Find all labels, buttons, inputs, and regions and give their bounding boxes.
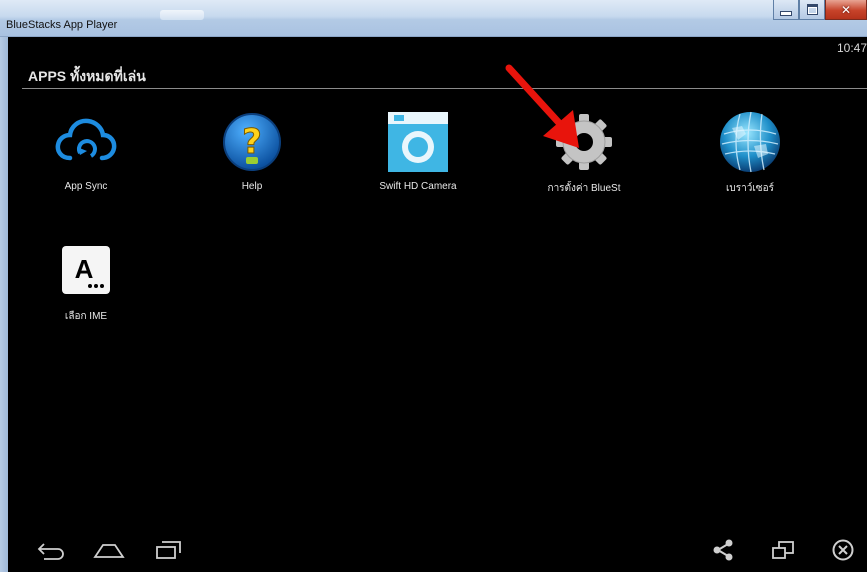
app-select-ime[interactable]: A เลือก IME <box>31 237 141 324</box>
share-button[interactable] <box>705 536 741 564</box>
window-resize-button[interactable] <box>765 536 801 564</box>
app-label: Help <box>241 181 263 192</box>
minimize-button[interactable] <box>773 0 799 20</box>
window-title: BlueStacks App Player <box>6 19 118 31</box>
back-button[interactable] <box>33 536 69 564</box>
svg-text:A: A <box>75 254 94 284</box>
window-titlebar[interactable]: BlueStacks App Player ✕ <box>0 0 867 37</box>
android-screen: 10:47 APPS ทั้งหมดที่เล่น App Sync ? Hel… <box>8 37 867 572</box>
app-label: Swift HD Camera <box>379 181 457 192</box>
close-icon: ✕ <box>840 2 852 17</box>
home-icon <box>93 544 125 558</box>
recent-apps-icon <box>156 541 181 559</box>
camera-icon <box>385 109 451 175</box>
back-icon <box>37 543 64 560</box>
window-left-border <box>0 37 8 572</box>
maximize-icon <box>806 4 818 15</box>
window-resize-icon <box>772 541 794 559</box>
maximize-button[interactable] <box>799 0 825 20</box>
close-window-button[interactable]: ✕ <box>825 0 867 20</box>
titlebar-highlight <box>160 10 204 20</box>
apps-section-title: APPS ทั้งหมดที่เล่น <box>28 68 146 84</box>
home-button[interactable] <box>91 536 127 564</box>
cloud-sync-icon <box>53 109 119 175</box>
android-navigation-bar <box>8 528 867 572</box>
app-swift-hd-camera[interactable]: Swift HD Camera <box>363 109 473 192</box>
app-app-sync[interactable]: App Sync <box>31 109 141 192</box>
globe-browser-icon <box>717 109 783 175</box>
recent-apps-button[interactable] <box>151 536 187 564</box>
share-icon <box>713 539 733 561</box>
app-help[interactable]: ? Help <box>197 109 307 192</box>
keyboard-ime-icon: A <box>53 237 119 303</box>
close-app-button[interactable] <box>825 536 861 564</box>
section-divider <box>22 88 867 89</box>
red-arrow-annotation <box>505 64 579 148</box>
svg-text:?: ? <box>242 122 262 162</box>
app-browser[interactable]: เบราว์เซอร์ <box>695 109 805 196</box>
app-label: การตั้งค่า BlueSt <box>547 183 621 194</box>
app-label: เบราว์เซอร์ <box>726 183 774 194</box>
status-clock: 10:47 <box>836 41 867 55</box>
window-controls: ✕ <box>773 0 867 20</box>
close-circle-icon <box>832 539 854 561</box>
app-label: App Sync <box>64 181 108 192</box>
app-label: เลือก IME <box>64 311 108 322</box>
minimize-icon <box>780 10 792 16</box>
help-question-icon: ? <box>219 109 285 175</box>
